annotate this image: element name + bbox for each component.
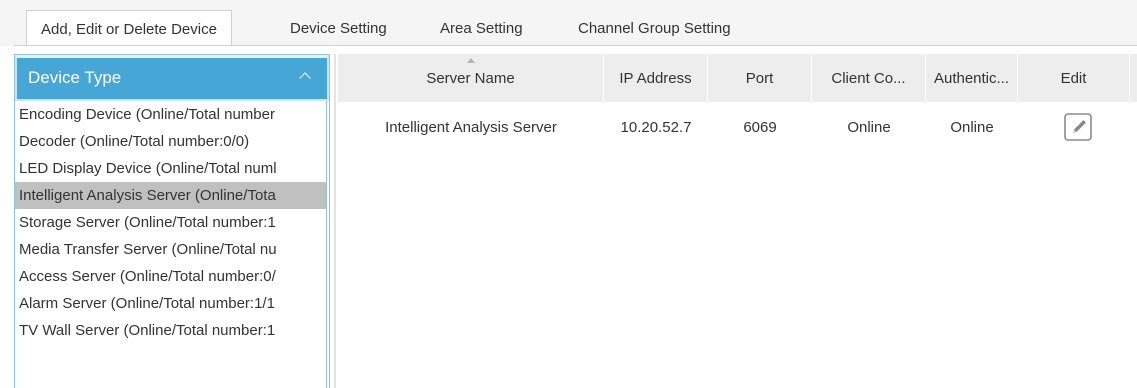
device-type-item-led-display-device[interactable]: LED Display Device (Online/Total numl xyxy=(15,155,329,182)
column-header-port[interactable]: Port xyxy=(708,54,812,102)
tab-bar: Add, Edit or Delete Device Device Settin… xyxy=(0,0,1137,46)
device-list-scroll-edge xyxy=(326,101,329,388)
cell-ip-address: 10.20.52.7 xyxy=(620,119,692,136)
column-header-ip-address[interactable]: IP Address xyxy=(604,54,708,102)
tab-channel-group-setting[interactable]: Channel Group Setting xyxy=(578,10,731,46)
column-header-server-name[interactable]: Server Name xyxy=(338,54,604,102)
device-type-item-encoding-device[interactable]: Encoding Device (Online/Total number xyxy=(15,101,329,128)
device-type-list: Encoding Device (Online/Total number Dec… xyxy=(15,101,329,344)
cell-port: 6069 xyxy=(743,119,777,136)
chevron-up-icon[interactable] xyxy=(299,72,311,84)
device-type-item-decoder[interactable]: Decoder (Online/Total number:0/0) xyxy=(15,128,329,155)
column-header-edit[interactable]: Edit xyxy=(1018,54,1130,102)
tab-bar-divider xyxy=(14,45,1137,46)
column-header-client-connection[interactable]: Client Co... xyxy=(812,54,926,102)
column-header-authentication[interactable]: Authentic... xyxy=(926,54,1018,102)
cell-server-name: Intelligent Analysis Server xyxy=(385,119,557,136)
device-type-item-media-transfer-server[interactable]: Media Transfer Server (Online/Total nu xyxy=(15,236,329,263)
device-type-header[interactable]: Device Type xyxy=(15,55,329,101)
device-type-item-access-server[interactable]: Access Server (Online/Total number:0/ xyxy=(15,263,329,290)
device-type-item-intelligent-analysis-server[interactable]: Intelligent Analysis Server (Online/Tota xyxy=(15,182,329,209)
device-type-panel: Device Type Encoding Device (Online/Tota… xyxy=(14,54,330,388)
device-type-item-storage-server[interactable]: Storage Server (Online/Total number:1 xyxy=(15,209,329,236)
server-table-header: Server Name IP Address Port Client Co...… xyxy=(338,54,1137,102)
panel-splitter[interactable] xyxy=(334,54,336,388)
column-header-server-name-label: Server Name xyxy=(426,70,515,87)
tab-device-setting[interactable]: Device Setting xyxy=(290,10,387,46)
device-type-item-tv-wall-server[interactable]: TV Wall Server (Online/Total number:1 xyxy=(15,317,329,344)
device-type-item-alarm-server[interactable]: Alarm Server (Online/Total number:1/1 xyxy=(15,290,329,317)
device-type-title: Device Type xyxy=(28,68,122,87)
edit-icon[interactable] xyxy=(1061,110,1095,148)
cell-client-connection: Online xyxy=(847,119,891,136)
tab-area-setting[interactable]: Area Setting xyxy=(440,10,523,46)
sort-asc-icon xyxy=(466,58,475,63)
cell-authentication: Online xyxy=(950,119,994,136)
table-row[interactable]: Intelligent Analysis Server 10.20.52.7 6… xyxy=(338,108,1137,148)
tab-add-edit-delete-device[interactable]: Add, Edit or Delete Device xyxy=(26,10,232,46)
